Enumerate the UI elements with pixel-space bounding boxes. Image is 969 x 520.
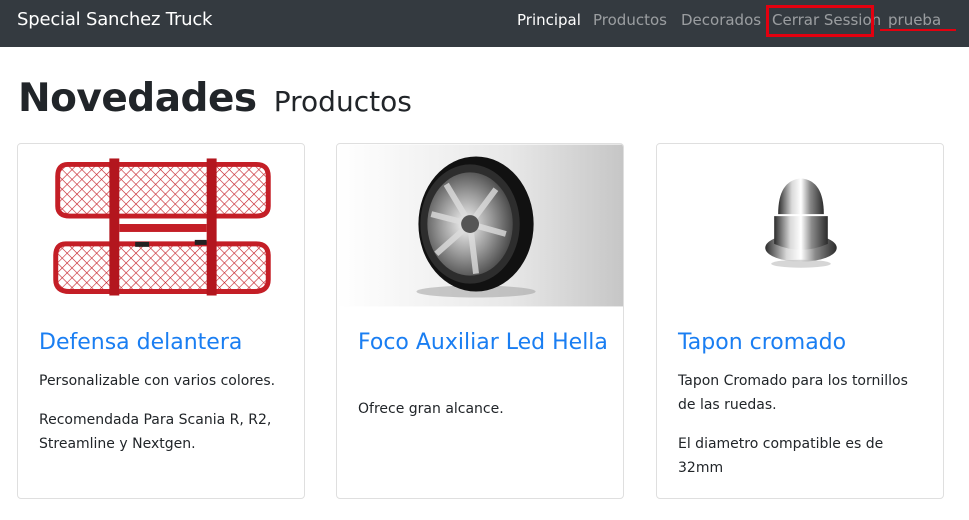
card-title[interactable]: Defensa delantera: [39, 329, 289, 357]
nav-link-principal[interactable]: Principal: [517, 11, 581, 29]
card-text: Ofrece gran alcance.: [358, 401, 504, 417]
brand-logo-text[interactable]: Special Sanchez Truck: [17, 9, 212, 30]
front-guard-image: [18, 144, 304, 307]
page-title: Novedades Productos: [18, 76, 412, 121]
product-card-defensa: Defensa delantera Personalizable con var…: [17, 143, 305, 499]
annotation-underline: [880, 29, 956, 31]
page-title-sub: Productos: [273, 85, 412, 118]
card-text: Personalizable con varios colores.: [39, 373, 276, 389]
card-text: Tapon Cromado para los tornillos de las …: [678, 373, 908, 413]
card-text: Recomendada Para Scania R, R2, Streamlin…: [39, 412, 272, 452]
card-title[interactable]: Tapon cromado: [678, 329, 928, 357]
product-card-tapon: Tapon cromado Tapon Cromado para los tor…: [656, 143, 944, 499]
led-spotlight-image: [337, 144, 623, 307]
chrome-cap-image: [657, 144, 943, 307]
nav-link-decorados[interactable]: Decorados: [681, 11, 761, 29]
nav-link-prueba[interactable]: prueba: [888, 11, 941, 29]
card-title[interactable]: Foco Auxiliar Led Hella: [358, 329, 608, 357]
page-title-main: Novedades: [18, 76, 257, 121]
product-card-foco: Foco Auxiliar Led Hella Ofrece gran alca…: [336, 143, 624, 499]
card-text: El diametro compatible es de 32mm: [678, 436, 884, 476]
annotation-highlight-box: [766, 5, 874, 37]
top-navbar: Special Sanchez Truck Principal Producto…: [0, 0, 969, 47]
nav-link-productos[interactable]: Productos: [593, 11, 667, 29]
